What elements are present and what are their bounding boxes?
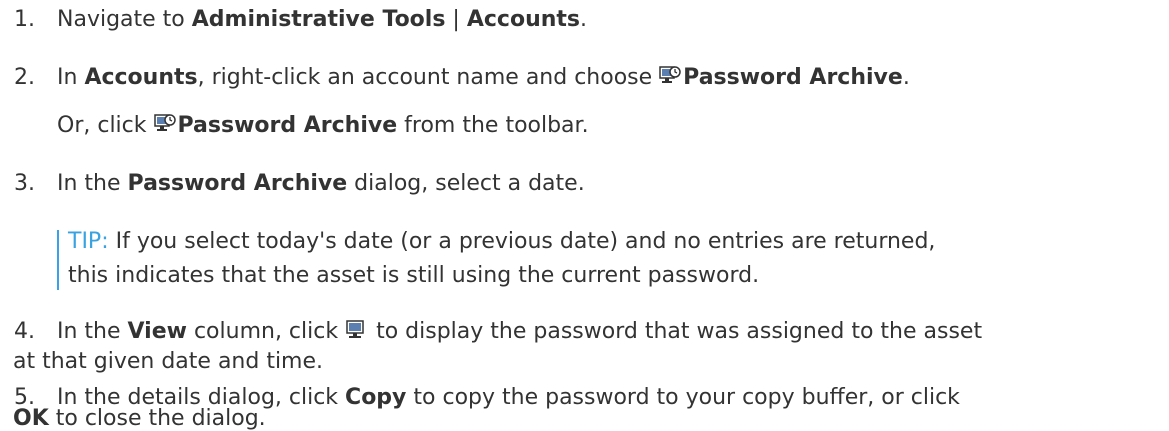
- tip-line-2: this indicates that the asset is still u…: [68, 262, 759, 290]
- step-text: column, click: [186, 319, 346, 344]
- punctuation: .: [580, 7, 588, 32]
- ui-term-password-archive: Password Archive: [177, 113, 398, 138]
- ui-term-ok: OK: [13, 406, 49, 431]
- ui-term-password-archive: Password Archive: [683, 65, 903, 90]
- step-number: 1.: [14, 7, 35, 32]
- step-text: In the: [57, 319, 128, 344]
- password-archive-icon: [153, 114, 176, 134]
- step-number: 3.: [14, 171, 35, 196]
- step-number: 2.: [14, 65, 35, 90]
- step-2-alternative: Or, click Password Archive from the tool…: [57, 112, 589, 140]
- step-text: Or, click: [57, 113, 154, 138]
- step-4: 4. In the View column, click to display t…: [0, 318, 982, 346]
- view-password-icon: [345, 320, 367, 340]
- step-text: to copy the password to your copy buffer…: [406, 385, 960, 410]
- step-5-line-2: OK to close the dialog.: [13, 408, 266, 430]
- tip-text: If you select today's date (or a previou…: [108, 229, 936, 254]
- password-archive-icon: [659, 66, 681, 86]
- step-number: 4.: [14, 319, 35, 344]
- step-text: , right-click an account name and choose: [197, 65, 660, 90]
- step-text: at that given date and time.: [13, 349, 324, 374]
- tip-line-1: TIP: If you select today's date (or a pr…: [68, 228, 935, 256]
- step-text: to close the dialog.: [48, 406, 266, 431]
- ui-term-administrative-tools: Administrative Tools: [191, 7, 446, 32]
- step-2: 2. In Accounts, right-click an account na…: [0, 64, 910, 92]
- separator: |: [445, 7, 467, 32]
- step-text: Navigate to: [57, 7, 192, 32]
- step-text: dialog, select a date.: [347, 171, 585, 196]
- ui-term-view: View: [127, 319, 187, 344]
- tip-text: this indicates that the asset is still u…: [68, 263, 760, 288]
- step-4-line-2: at that given date and time.: [13, 348, 323, 376]
- punctuation: .: [902, 65, 910, 90]
- ui-term-accounts: Accounts: [84, 65, 198, 90]
- ui-term-password-archive: Password Archive: [127, 171, 348, 196]
- step-1: 1. Navigate to Administrative Tools | Acc…: [0, 6, 587, 34]
- step-text: In the: [57, 171, 128, 196]
- ui-term-accounts: Accounts: [466, 7, 581, 32]
- tip-bar: [57, 230, 59, 290]
- step-3: 3. In the Password Archive dialog, select…: [0, 170, 585, 198]
- step-text: In: [57, 65, 85, 90]
- ui-term-copy: Copy: [345, 385, 407, 410]
- tip-label: TIP:: [68, 229, 109, 254]
- step-text: from the toolbar.: [397, 113, 589, 138]
- step-text: to display the password that was assigne…: [369, 319, 983, 344]
